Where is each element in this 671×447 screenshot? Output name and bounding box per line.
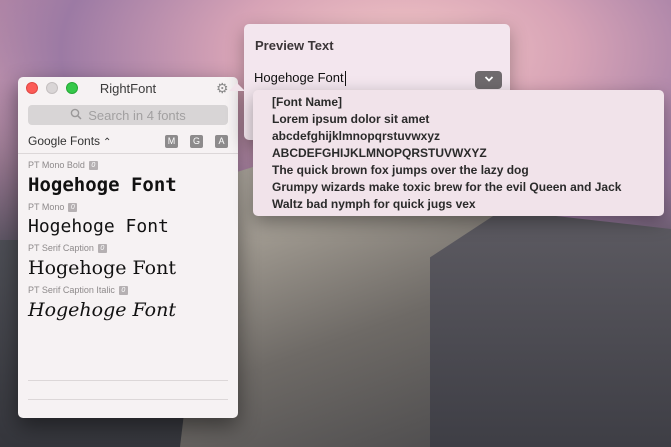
menu-item[interactable]: Grumpy wizards make toxic brew for the e… bbox=[253, 179, 664, 196]
search-placeholder: Search in 4 fonts bbox=[88, 107, 186, 123]
menu-item[interactable]: abcdefghijklmnopqrstuvwxyz bbox=[253, 128, 664, 145]
font-name: PT Serif Caption bbox=[28, 243, 94, 253]
menu-item[interactable]: [Font Name] bbox=[253, 94, 664, 111]
font-name: PT Mono Bold bbox=[28, 160, 85, 170]
chevron-updown-icon: ⌃ bbox=[103, 137, 112, 148]
dropdown-arrow bbox=[229, 83, 245, 91]
font-list-item[interactable]: PT Serif Caption Italic 0 Hogehoge Font bbox=[18, 285, 238, 321]
menu-item[interactable]: ABCDEFGHIJKLMNOPQRSTUVWXYZ bbox=[253, 145, 664, 162]
source-selector[interactable]: Google Fonts ⌃ bbox=[28, 134, 111, 148]
filter-m[interactable]: M bbox=[165, 134, 178, 148]
menu-item[interactable]: Waltz bad nymph for quick jugs vex bbox=[253, 196, 664, 213]
font-name: PT Mono bbox=[28, 202, 65, 212]
search-input[interactable]: Search in 4 fonts bbox=[28, 105, 228, 125]
font-sample: Hogehoge Font bbox=[28, 299, 176, 321]
preview-text-menu: [Font Name] Lorem ipsum dolor sit amet a… bbox=[253, 90, 664, 216]
preview-dropdown-button[interactable] bbox=[475, 71, 502, 89]
info-icon: 0 bbox=[118, 285, 128, 295]
font-sample: Hogehoge Font bbox=[28, 257, 176, 279]
chevron-down-icon bbox=[484, 75, 494, 86]
font-name-row: PT Serif Caption 0 bbox=[28, 243, 228, 253]
font-name-row: PT Serif Caption Italic 0 bbox=[28, 285, 228, 295]
rightfont-window: RightFont ⚙ Search in 4 fonts Google Fon… bbox=[18, 77, 238, 418]
font-sample: Hogehoge Font bbox=[28, 174, 177, 196]
info-icon: 0 bbox=[97, 243, 107, 253]
font-sample: Hogehoge Font bbox=[28, 216, 169, 237]
titlebar: RightFont ⚙ bbox=[18, 77, 238, 99]
search-icon bbox=[70, 108, 82, 123]
preview-text-input[interactable]: Hogehoge Font bbox=[254, 70, 346, 87]
font-list-item[interactable]: PT Mono 0 Hogehoge Font bbox=[18, 202, 238, 237]
font-name-row: PT Mono 0 bbox=[28, 202, 228, 212]
info-icon: 0 bbox=[68, 202, 78, 212]
divider bbox=[28, 399, 228, 400]
info-icon: 0 bbox=[88, 160, 98, 170]
font-list-item[interactable]: PT Serif Caption 0 Hogehoge Font bbox=[18, 243, 238, 279]
rock-right bbox=[430, 210, 671, 447]
gear-icon[interactable]: ⚙ bbox=[216, 81, 230, 95]
source-label: Google Fonts bbox=[28, 134, 101, 148]
menu-item[interactable]: Lorem ipsum dolor sit amet bbox=[253, 111, 664, 128]
text-caret bbox=[344, 71, 346, 87]
window-title: RightFont bbox=[99, 81, 157, 96]
filter-g[interactable]: G bbox=[190, 134, 203, 148]
divider bbox=[28, 380, 228, 381]
font-list-item[interactable]: PT Mono Bold 0 Hogehoge Font bbox=[18, 160, 238, 196]
preview-title: Preview Text bbox=[255, 38, 334, 53]
filter-a[interactable]: A bbox=[215, 134, 228, 148]
preview-input-value: Hogehoge Font bbox=[254, 70, 344, 85]
menu-item[interactable]: The quick brown fox jumps over the lazy … bbox=[253, 162, 664, 179]
font-name-row: PT Mono Bold 0 bbox=[28, 160, 228, 170]
font-name: PT Serif Caption Italic bbox=[28, 285, 115, 295]
filter-bar: Google Fonts ⌃ M G A bbox=[18, 129, 238, 154]
